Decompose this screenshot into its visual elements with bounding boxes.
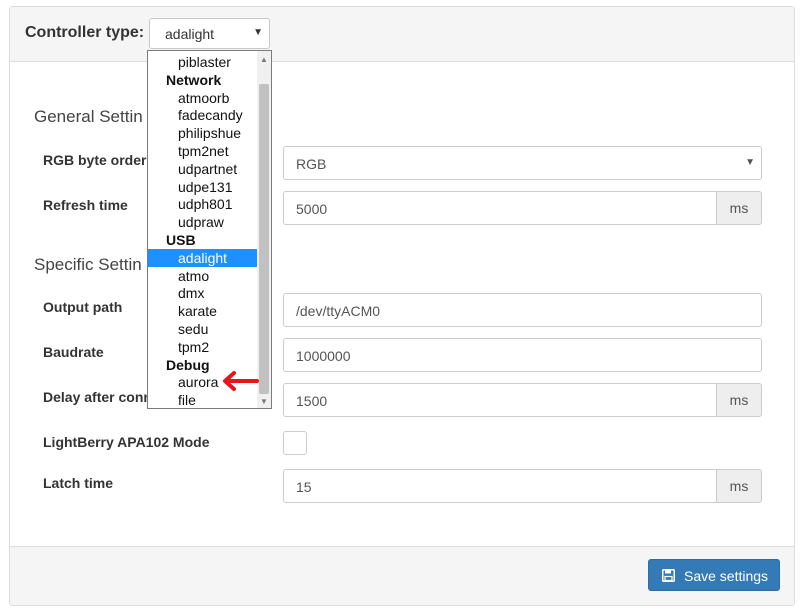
dropdown-option-label: dmx <box>178 285 205 302</box>
dropdown-option-label: sedu <box>178 321 209 337</box>
baudrate-value: 1000000 <box>296 348 351 364</box>
delay-after-connect-label: Delay after conn <box>43 389 152 405</box>
controller-type-dropdown[interactable]: piblaster Network atmoorb fadecandy philipsh… <box>147 50 272 409</box>
dropdown-option[interactable]: udpartnet <box>148 160 257 178</box>
dropdown-option-label: piblaster <box>178 54 231 70</box>
dropdown-option[interactable]: atmo <box>148 267 257 285</box>
dropdown-option[interactable]: tpm2net <box>148 142 257 160</box>
refresh-time-input[interactable]: 5000 <box>283 191 717 225</box>
refresh-time-unit: ms <box>716 191 762 225</box>
controller-type-value: adalight <box>165 26 215 42</box>
lightberry-mode-label: LightBerry APA102 Mode <box>43 434 210 450</box>
scrollbar-thumb[interactable] <box>259 84 269 394</box>
dropdown-option[interactable]: karate <box>148 302 257 320</box>
dropdown-scrollbar[interactable]: ▲ ▼ <box>257 51 271 408</box>
dropdown-group-header: Network <box>148 71 257 89</box>
dropdown-option-label: Debug <box>166 356 210 373</box>
panel-header: Controller type: adalight ▼ <box>10 7 794 62</box>
dropdown-option[interactable]: philipshue <box>148 124 257 142</box>
scroll-up-icon[interactable]: ▲ <box>260 55 268 64</box>
general-settings-title: General Settin <box>34 107 143 126</box>
save-settings-label: Save settings <box>684 568 769 584</box>
controller-type-label: Controller type: <box>25 24 145 41</box>
dropdown-option-label: udpe131 <box>178 178 233 195</box>
output-path-input[interactable]: /dev/ttyACM0 <box>283 293 762 327</box>
output-path-value: /dev/ttyACM0 <box>296 303 381 319</box>
latch-time-value: 15 <box>296 479 312 495</box>
red-arrow-icon <box>223 371 259 391</box>
dropdown-option[interactable]: file <box>148 391 257 409</box>
chevron-down-icon: ▼ <box>253 27 263 38</box>
dropdown-option-label: tpm2net <box>178 143 229 159</box>
rgb-byte-order-select[interactable]: RGB ▼ <box>283 146 762 180</box>
latch-time-label: Latch time <box>43 475 114 491</box>
dropdown-option-label: file <box>178 392 196 409</box>
dropdown-option[interactable]: sedu <box>148 320 257 338</box>
chevron-down-icon: ▼ <box>745 157 755 168</box>
dropdown-option[interactable]: atmoorb <box>148 89 257 107</box>
baudrate-input[interactable]: 1000000 <box>283 338 762 372</box>
rgb-byte-order-label: RGB byte order <box>43 152 147 168</box>
latch-time-input[interactable]: 15 <box>283 469 717 503</box>
settings-panel: Controller type: adalight ▼ General Sett… <box>9 6 795 606</box>
dropdown-option-label: atmo <box>178 267 210 284</box>
delay-after-connect-unit: ms <box>716 383 762 417</box>
dropdown-option[interactable]: udph801 <box>148 195 257 213</box>
dropdown-option[interactable]: udpe131 <box>148 178 257 196</box>
dropdown-option-label: karate <box>178 303 217 320</box>
dropdown-option-label: fadecandy <box>178 107 243 124</box>
dropdown-group-header: USB <box>148 231 257 249</box>
delay-after-connect-input[interactable]: 1500 <box>283 383 717 417</box>
dropdown-option-label: atmoorb <box>178 89 230 106</box>
dropdown-option[interactable]: udpraw <box>148 213 257 231</box>
dropdown-option-label: philipshue <box>178 125 242 142</box>
delay-after-connect-value: 1500 <box>296 393 328 409</box>
controller-type-select[interactable]: adalight ▼ <box>149 18 270 49</box>
rgb-byte-order-value: RGB <box>296 156 327 172</box>
latch-time-unit: ms <box>716 469 762 503</box>
refresh-time-label: Refresh time <box>43 197 128 213</box>
output-path-label: Output path <box>43 299 123 315</box>
dropdown-option[interactable]: dmx <box>148 284 257 302</box>
dropdown-option[interactable]: piblaster <box>148 53 257 71</box>
dropdown-option-label: udpartnet <box>178 160 238 177</box>
dropdown-option[interactable]: adalight <box>148 248 257 267</box>
scroll-down-icon[interactable]: ▼ <box>260 397 268 406</box>
dropdown-option[interactable]: tpm2 <box>148 338 257 356</box>
save-icon <box>662 569 675 582</box>
refresh-time-value: 5000 <box>296 201 328 217</box>
panel-footer: Save settings <box>10 546 794 605</box>
lightberry-mode-checkbox[interactable] <box>283 431 307 455</box>
dropdown-option-label: Network <box>166 71 222 88</box>
save-settings-button[interactable]: Save settings <box>648 559 780 591</box>
dropdown-option-label: USB <box>166 232 196 248</box>
dropdown-option-label: aurora <box>178 374 219 391</box>
dropdown-option-label: tpm2 <box>178 338 210 355</box>
dropdown-option-label: udph801 <box>178 196 233 213</box>
specific-settings-title: Specific Settin <box>34 255 142 274</box>
dropdown-option[interactable]: fadecandy <box>148 106 257 124</box>
dropdown-option-label: udpraw <box>178 214 224 231</box>
dropdown-option-label: adalight <box>178 249 228 266</box>
baudrate-label: Baudrate <box>43 344 104 360</box>
